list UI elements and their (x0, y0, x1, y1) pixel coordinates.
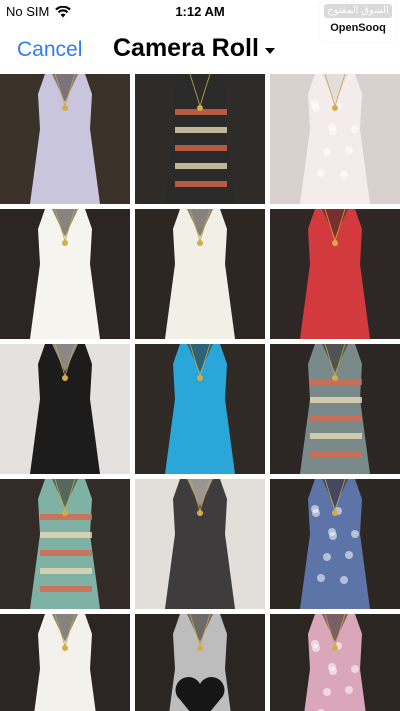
dress-image (0, 209, 130, 339)
navigation-bar: Cancel Camera Roll (0, 30, 400, 70)
photo-thumbnail[interactable] (270, 479, 400, 609)
photo-thumbnail[interactable] (135, 74, 265, 204)
photo-thumbnail[interactable] (270, 344, 400, 474)
photo-thumbnail[interactable] (0, 74, 130, 204)
chevron-down-icon (264, 47, 275, 54)
dress-image (270, 344, 400, 474)
photo-thumbnail[interactable] (0, 479, 130, 609)
photo-thumbnail[interactable] (270, 74, 400, 204)
dress-image (0, 614, 130, 711)
dress-image (270, 74, 400, 204)
dress-image (0, 344, 130, 474)
photo-thumbnail[interactable] (270, 614, 400, 711)
photo-thumbnail[interactable] (0, 344, 130, 474)
page-title: Camera Roll (113, 34, 259, 62)
cancel-button[interactable]: Cancel (17, 38, 82, 62)
dress-image (270, 479, 400, 609)
dress-image (135, 209, 265, 339)
photo-thumbnail[interactable] (270, 209, 400, 339)
dress-image (135, 344, 265, 474)
dress-image (270, 614, 400, 711)
photo-thumbnail[interactable] (0, 614, 130, 711)
watermark-arabic: السوق المفتوح (324, 4, 392, 18)
photo-grid (0, 74, 400, 711)
dress-image (135, 479, 265, 609)
dress-image (0, 479, 130, 609)
photo-thumbnail[interactable] (135, 614, 265, 711)
photo-thumbnail[interactable] (0, 209, 130, 339)
photo-thumbnail[interactable] (135, 344, 265, 474)
dress-image (0, 74, 130, 204)
photo-thumbnail[interactable] (135, 209, 265, 339)
dress-image (135, 74, 265, 204)
dress-image (270, 209, 400, 339)
dress-image (135, 614, 265, 711)
album-picker[interactable]: Camera Roll (113, 34, 275, 63)
photo-thumbnail[interactable] (135, 479, 265, 609)
